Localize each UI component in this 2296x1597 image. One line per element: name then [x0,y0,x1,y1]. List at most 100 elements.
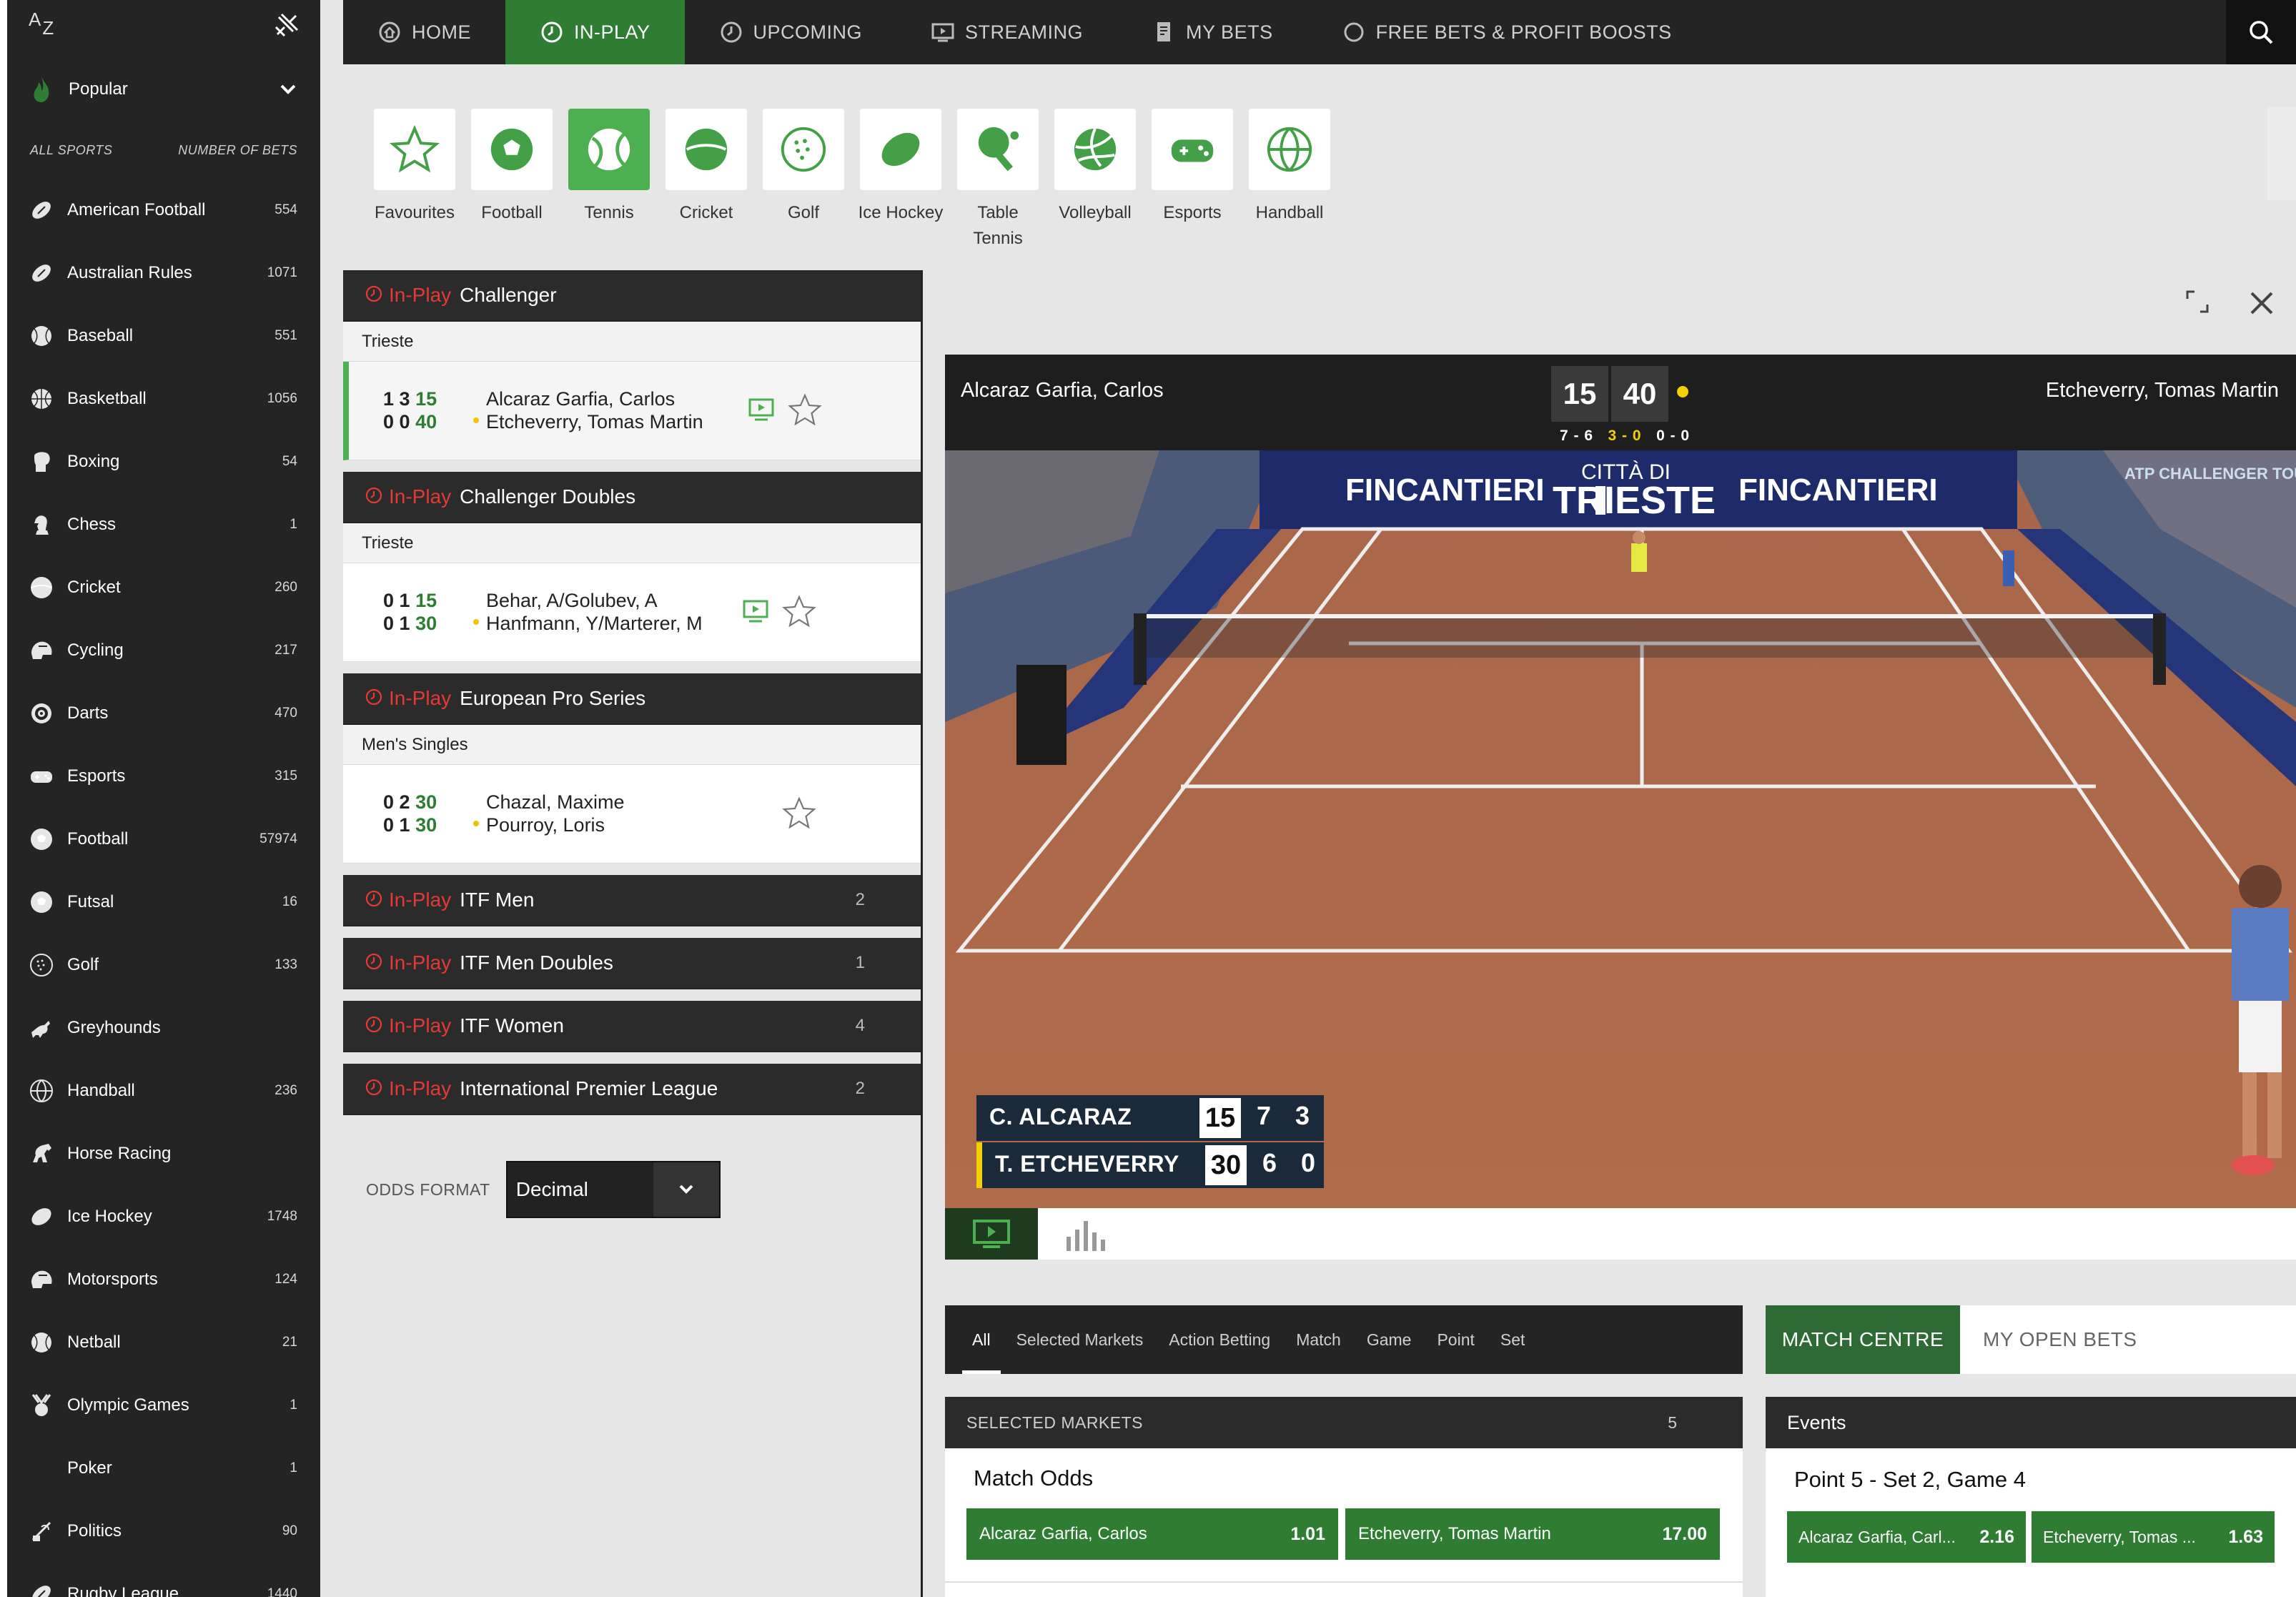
event-group-header[interactable]: In-Play ITF Women 4 [343,1001,922,1052]
sidebar-item-count: 1071 [267,265,297,280]
tab-my-bets[interactable]: MY BETS [1117,0,1307,64]
sidebar-item-handball[interactable]: Handball 236 [7,1059,320,1122]
overlay-scoreboard-row-2: T. ETCHEVERRY 30 6 0 [976,1142,1324,1188]
sidebar-item-esports[interactable]: Esports 315 [7,745,320,808]
market-tab-all[interactable]: All [962,1305,1000,1374]
sidebar-item-cycling[interactable]: Cycling 217 [7,619,320,682]
sport-filter-tennis[interactable]: Tennis [560,109,658,252]
overlay-set-1: 7 [1257,1101,1272,1130]
event-group-header[interactable]: In-Play International Premier League 2 [343,1064,922,1115]
sidebar-item-label: Greyhounds [67,1018,161,1037]
sidebar-item-politics[interactable]: Politics 90 [7,1500,320,1563]
overlay-set-1: 6 [1262,1148,1277,1177]
sidebar-item-baseball[interactable]: Baseball 551 [7,305,320,367]
live-stream-video[interactable]: FINCANTIERI CITTÀ DI TRIESTE FINCANTIERI… [945,450,2296,1208]
event-group-header[interactable]: In-Play ITF Men 2 [343,875,922,926]
sidebar-item-golf[interactable]: Golf 133 [7,934,320,997]
tab-home[interactable]: HOME [343,0,505,64]
tab-streaming[interactable]: STREAMING [896,0,1117,64]
live-stream-icon[interactable] [742,599,769,623]
tab-free-bets[interactable]: FREE BETS & PROFIT BOOSTS [1307,0,1706,64]
sport-filter-volleyball[interactable]: Volleyball [1046,109,1144,252]
sidebar-item-label: Cricket [67,578,121,597]
sidebar-item-poker[interactable]: Poker 1 [7,1437,320,1500]
gamepad-icon [29,763,54,789]
sidebar-item-basketball[interactable]: Basketball 1056 [7,367,320,430]
match-row[interactable]: 0 1 15 0 1 30 Behar, A/Golubev, A Hanfmann,… [343,563,922,662]
tab-my-open-bets[interactable]: MY OPEN BETS [1960,1305,2296,1374]
sidebar-item-label: Horse Racing [67,1144,172,1163]
market-tab-game[interactable]: Game [1367,1305,1412,1374]
tab-match-centre[interactable]: MATCH CENTRE [1766,1305,1960,1374]
handball-icon [1249,109,1330,190]
market-tab-selected-markets[interactable]: Selected Markets [1016,1305,1144,1374]
overlay-player-name: T. ETCHEVERRY [995,1151,1179,1177]
match-players: Behar, A/Golubev, A Hanfmann, Y/Marterer,… [486,589,703,635]
overlay-scoreboard-row-1: C. ALCARAZ 15 7 3 [976,1095,1324,1141]
sidebar-item-greyhounds[interactable]: Greyhounds [7,997,320,1059]
sidebar-item-american-football[interactable]: American Football 554 [7,179,320,242]
sidebar-item-australian-rules[interactable]: Australian Rules 1071 [7,242,320,305]
rugby-ball-icon [29,1581,54,1597]
favourite-star-icon[interactable] [782,796,816,829]
sidebar-item-motorsports[interactable]: Motorsports 124 [7,1248,320,1311]
odds-button[interactable]: Alcaraz Garfia, Carl... 2.16 [1787,1511,2026,1563]
sidebar-item-label: Basketball [67,389,147,408]
horse-icon [29,1141,54,1167]
odds-button[interactable]: Alcaraz Garfia, Carlos 1.01 [966,1508,1338,1560]
set-games: 0 2 [383,791,410,813]
sport-filter-ice-hockey[interactable]: Ice Hockey [852,109,949,252]
sport-filter-cricket[interactable]: Cricket [658,109,755,252]
sidebar-item-netball[interactable]: Netball 21 [7,1311,320,1374]
sport-filter-table-tennis[interactable]: Table Tennis [949,109,1046,252]
sidebar-item-futsal[interactable]: Futsal 16 [7,871,320,934]
match-row[interactable]: 1 3 15 0 0 40 Alcaraz Garfia, Carlos Etchev… [343,362,922,460]
sidebar-item-olympic-games[interactable]: Olympic Games 1 [7,1374,320,1437]
sidebar-item-football[interactable]: Football 57974 [7,808,320,871]
event-group-header[interactable]: In-Play Challenger Doubles [343,472,922,523]
stats-bar-chart-icon[interactable] [1065,1218,1105,1251]
sidebar-item-cricket[interactable]: Cricket 260 [7,556,320,619]
expand-icon[interactable] [2184,289,2210,315]
sidebar-item-chess[interactable]: Chess 1 [7,493,320,556]
event-group-header[interactable]: In-Play ITF Men Doubles 1 [343,938,922,989]
sport-filter-handball[interactable]: Handball [1241,109,1338,252]
close-icon[interactable] [2247,289,2276,317]
tab-home-label: HOME [412,21,471,43]
tab-upcoming[interactable]: UPCOMING [685,0,897,64]
event-group: In-Play Challenger Trieste 1 3 15 0 0 40 Alca… [343,270,922,460]
market-tab-action-betting[interactable]: Action Betting [1169,1305,1270,1374]
market-tab-set[interactable]: Set [1500,1305,1525,1374]
event-group: In-Play Challenger Doubles Trieste 0 1 15 0 … [343,472,922,662]
sidebar-item-ice-hockey[interactable]: Ice Hockey 1748 [7,1185,320,1248]
overlay-player-name: C. ALCARAZ [989,1104,1132,1129]
sport-filter-favourites[interactable]: Favourites [366,109,463,252]
event-group-header[interactable]: In-Play European Pro Series [343,673,922,725]
market-tab-match[interactable]: Match [1296,1305,1341,1374]
sidebar-item-rugby-league[interactable]: Rugby League 1440 [7,1563,320,1597]
odds-button[interactable]: Etcheverry, Tomas Martin 17.00 [1345,1508,1720,1560]
match-row[interactable]: 0 2 30 0 1 30 Chazal, Maxime Pourroy, Loris [343,765,922,864]
sport-filter-esports[interactable]: Esports [1144,109,1241,252]
sport-filter-golf[interactable]: Golf [755,109,852,252]
favourite-star-icon[interactable] [782,595,816,628]
market-tab-point[interactable]: Point [1437,1305,1474,1374]
selected-markets-header[interactable]: SELECTED MARKETS 5 [945,1397,1743,1448]
live-stream-icon[interactable] [748,397,775,422]
favourite-star-icon[interactable] [788,393,822,426]
sidebar-item-darts[interactable]: Darts 470 [7,682,320,745]
pin-icon[interactable] [272,11,300,40]
popular-dropdown[interactable]: Popular [7,57,320,122]
sidebar-item-count: 260 [274,580,297,595]
odds-format-select[interactable]: Decimal [505,1161,721,1218]
sidebar-item-boxing[interactable]: Boxing 54 [7,430,320,493]
stream-view-button[interactable] [945,1208,1038,1260]
tab-in-play[interactable]: IN-PLAY [505,0,685,64]
event-count: 2 [855,890,865,909]
sidebar-item-horse-racing[interactable]: Horse Racing [7,1122,320,1185]
sport-filter-football[interactable]: Football [463,109,560,252]
sort-az-icon[interactable]: AZ [29,9,54,39]
search-button[interactable] [2226,0,2296,64]
event-group-header[interactable]: In-Play Challenger [343,270,922,322]
odds-button[interactable]: Etcheverry, Tomas ... 1.63 [2032,1511,2275,1563]
